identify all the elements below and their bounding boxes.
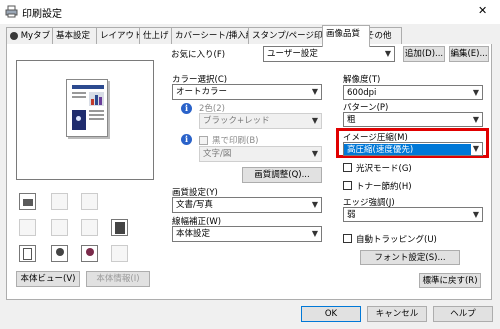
tab-strip: Myタブ 基本設定 レイアウト 仕上げ カバーシート/挿入紙 スタンプ/ページ印…: [6, 25, 492, 47]
toner-save-checkbox[interactable]: [343, 181, 352, 190]
chevron-down-icon: ▼: [472, 115, 479, 124]
tab-label: Myタブ: [20, 31, 51, 41]
chevron-down-icon: ▼: [472, 144, 479, 153]
chevron-down-icon: ▼: [311, 149, 318, 158]
ok-button[interactable]: OK: [301, 306, 361, 322]
cancel-button[interactable]: キャンセル: [367, 306, 427, 322]
favorites-value: ユーザー設定: [267, 49, 318, 59]
pattern-value: 粗: [347, 115, 356, 125]
black-print-select: 文字/図 ▼: [199, 146, 322, 162]
black-print-checkbox: [199, 136, 208, 145]
info-icon: i: [181, 134, 192, 145]
image-compression-select[interactable]: 高圧縮(速度優先) ▼: [343, 142, 483, 156]
black-print-label: 黒で印刷(B): [212, 136, 259, 146]
image-compression-value: 高圧縮(速度優先): [344, 144, 471, 155]
favorites-label: お気に入り(F): [171, 50, 226, 60]
tab-label: カバーシート/挿入紙: [175, 31, 255, 41]
favorites-select[interactable]: ユーザー設定 ▼: [263, 46, 395, 62]
chevron-down-icon: ▼: [311, 87, 318, 96]
tab-label: 仕上げ: [143, 31, 169, 41]
fold-icon: [81, 219, 98, 236]
printer-view-icon[interactable]: [19, 193, 36, 210]
punch-icon: [51, 219, 68, 236]
user-auth-icon[interactable]: [51, 245, 68, 262]
image-adjust-button[interactable]: 画質調整(Q)...: [242, 167, 322, 183]
staple-icon: [19, 219, 36, 236]
copy-icon: [81, 193, 98, 210]
two-color-value: ブラック+レッド: [203, 116, 270, 126]
title-bar: 印刷設定 ✕: [0, 0, 500, 24]
tab-label: 基本設定: [56, 31, 91, 41]
chevron-down-icon: ▼: [311, 200, 318, 209]
quality-setting-value: 文書/写真: [176, 200, 213, 210]
account-icon[interactable]: [81, 245, 98, 262]
color-select-value: オートカラー: [176, 87, 228, 97]
black-print-value: 文字/図: [203, 149, 232, 159]
resolution-value: 600dpi: [347, 88, 377, 98]
preview-page: [66, 79, 108, 137]
user-icon: [10, 31, 18, 40]
add-favorite-button[interactable]: 追加(D)...: [403, 46, 445, 62]
chevron-down-icon: ▼: [311, 116, 318, 125]
info-icon: i: [181, 103, 192, 114]
close-icon[interactable]: ✕: [478, 4, 487, 17]
tab-label: スタンプ/ページ印字: [252, 31, 331, 41]
quality-setting-select[interactable]: 文書/写真 ▼: [172, 197, 322, 213]
tab-image-quality[interactable]: 画像品質: [322, 25, 370, 47]
color-select[interactable]: オートカラー ▼: [172, 84, 322, 100]
two-color-select: ブラック+レッド ▼: [199, 113, 322, 129]
page-preview: [16, 60, 154, 180]
booklet-icon[interactable]: [111, 219, 128, 236]
auto-trapping-checkbox[interactable]: [343, 234, 352, 243]
resolution-select[interactable]: 600dpi ▼: [343, 85, 483, 100]
pattern-select[interactable]: 粗 ▼: [343, 112, 483, 127]
resolution-label: 解像度(T): [343, 75, 381, 85]
glossy-mode-label: 光沢モード(G): [356, 164, 412, 174]
chevron-down-icon: ▼: [311, 229, 318, 238]
toner-save-label: トナー節約(H): [356, 182, 412, 192]
tab-label: レイアウト: [100, 31, 143, 41]
preview-chart: [89, 92, 104, 106]
glossy-mode-checkbox[interactable]: [343, 163, 352, 172]
preview-photo: [72, 110, 86, 130]
edge-enhance-value: 弱: [347, 210, 356, 220]
document-icon[interactable]: [19, 245, 36, 262]
auto-trapping-label: 自動トラッピング(U): [356, 235, 437, 245]
restore-default-button[interactable]: 標準に戻す(R): [419, 273, 481, 288]
chevron-down-icon: ▼: [472, 210, 479, 219]
edge-enhance-select[interactable]: 弱 ▼: [343, 207, 483, 222]
printer-icon: [5, 5, 18, 18]
tab-label: 画像品質: [326, 29, 361, 39]
edit-favorite-button[interactable]: 編集(E)...: [449, 46, 489, 62]
tray-icon: [51, 193, 68, 210]
secure-print-icon: [111, 245, 128, 262]
line-correction-select[interactable]: 本体設定 ▼: [172, 226, 322, 242]
main-info-button: 本体情報(I): [86, 271, 150, 287]
font-settings-button[interactable]: フォント設定(S)...: [360, 250, 460, 265]
chevron-down-icon: ▼: [472, 88, 479, 97]
window-title: 印刷設定: [22, 9, 62, 20]
help-button[interactable]: ヘルプ: [433, 306, 493, 322]
line-correction-value: 本体設定: [176, 229, 211, 239]
chevron-down-icon: ▼: [384, 49, 391, 58]
main-view-button[interactable]: 本体ビュー(V): [16, 271, 80, 287]
